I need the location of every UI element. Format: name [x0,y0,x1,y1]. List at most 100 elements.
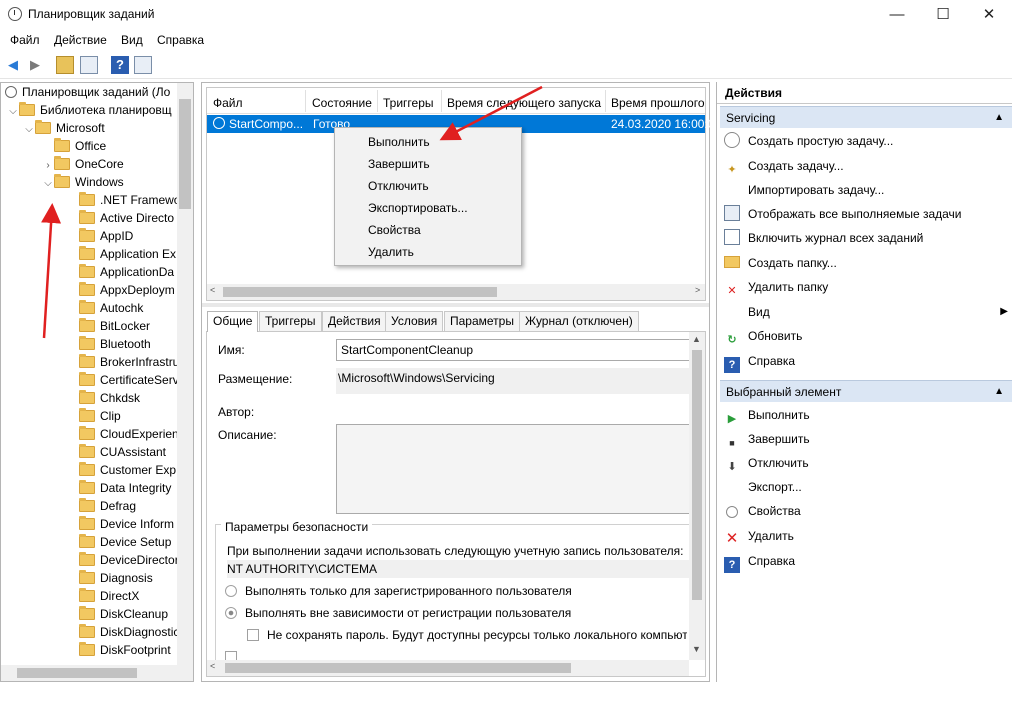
context-menu-end[interactable]: Завершить [368,157,430,171]
scroll-down-icon[interactable]: ▼ [692,644,701,654]
tree-item-task-folder[interactable]: DirectX [79,587,139,605]
tree-item-task-folder[interactable]: Device Setup [79,533,171,551]
action-disable[interactable]: ⬇ Отключить [724,452,808,474]
task-list-horizontal-scrollbar[interactable]: < > [207,284,705,300]
scrollbar-thumb[interactable] [223,287,497,297]
tree-item-office[interactable]: Office [54,137,106,155]
column-header[interactable]: Состояние [312,96,372,110]
tree-item-task-folder[interactable]: CloudExperien [79,425,179,443]
section-selected-item[interactable]: Выбранный элемент ▲ [720,380,1012,402]
up-folder-icon[interactable] [56,56,74,74]
action-delete[interactable]: ✕ Удалить [724,525,794,547]
tree-item-task-folder[interactable]: Customer Exp [79,461,176,479]
tab-triggers[interactable]: Триггеры [259,311,322,331]
tree-item-task-folder[interactable]: DiskFootprint [79,641,171,659]
tree-item-task-folder[interactable]: DeviceDirector [79,551,179,569]
menu-view[interactable]: Вид [121,33,143,47]
tree-item-task-folder[interactable]: AppID [79,227,133,245]
action-properties[interactable]: Свойства [724,500,801,522]
action-run[interactable]: ▶ Выполнить [724,404,810,426]
show-hide-tree-icon[interactable] [80,56,98,74]
tree-item-onecore[interactable]: › OneCore [42,155,124,173]
section-servicing[interactable]: Servicing ▲ [720,106,1012,128]
tree-item-task-folder[interactable]: ApplicationDa [79,263,174,281]
tree-item-task-folder[interactable]: BrokerInfrastru [79,353,179,371]
tree-horizontal-scrollbar[interactable] [1,665,193,681]
tree-item-task-folder[interactable]: Defrag [79,497,136,515]
tab-conditions[interactable]: Условия [385,311,444,331]
context-menu-delete[interactable]: Удалить [368,245,414,259]
tab-general[interactable]: Общие [207,311,259,332]
action-create-folder[interactable]: Создать папку... [724,252,837,274]
chevron-down-icon[interactable]: ⌵ [7,103,19,121]
help-icon[interactable]: ? [111,56,129,74]
tree-item-task-folder[interactable]: AppxDeploym [79,281,175,299]
tree-item-task-folder[interactable]: BitLocker [79,317,150,335]
checkbox-no-password[interactable]: Не сохранять пароль. Будут доступны ресу… [247,628,687,642]
action-view[interactable]: Вид ▶ [724,301,1008,323]
action-enable-history[interactable]: Включить журнал всех заданий [724,227,923,249]
tree-item-task-folder[interactable]: DiskCleanup [79,605,168,623]
tab-history[interactable]: Журнал (отключен) [519,311,639,331]
tree-root[interactable]: Планировщик заданий (Ло [5,83,170,101]
tree-item-windows[interactable]: ⌵ Windows [42,173,124,191]
show-hide-actions-icon[interactable] [134,56,152,74]
action-export[interactable]: Экспорт... [724,476,802,498]
column-header[interactable]: Время следующего запуска [447,96,601,110]
tree-item-task-folder[interactable]: Data Integrity [79,479,171,497]
action-create-basic-task[interactable]: Создать простую задачу... [724,130,893,152]
collapse-up-icon[interactable]: ▲ [994,107,1004,129]
scrollbar-thumb[interactable] [17,668,137,678]
scroll-left-icon[interactable]: < [210,285,215,295]
scrollbar-thumb[interactable] [692,350,702,600]
tree-item-task-folder[interactable]: Autochk [79,299,143,317]
action-import-task[interactable]: Импортировать задачу... [724,179,884,201]
scrollbar-thumb[interactable] [179,99,191,209]
column-header[interactable]: Триггеры [383,96,434,110]
maximize-button[interactable]: ☐ [920,0,966,29]
context-menu-properties[interactable]: Свойства [368,223,421,237]
collapse-up-icon[interactable]: ▲ [994,381,1004,403]
context-menu-disable[interactable]: Отключить [368,179,429,193]
tab-settings[interactable]: Параметры [444,311,520,331]
column-header[interactable]: Файл [213,96,243,110]
tree-item-microsoft[interactable]: ⌵ Microsoft [23,119,105,137]
radio-button-icon[interactable] [225,585,237,597]
tree-item-task-folder[interactable]: CUAssistant [79,443,166,461]
tree-item-task-folder[interactable]: Clip [79,407,121,425]
scroll-left-icon[interactable]: < [210,661,215,671]
radio-regardless[interactable]: Выполнять вне зависимости от регистрации… [225,606,571,620]
tree-item-task-folder[interactable]: Application Ex [79,245,176,263]
tree-item-task-folder[interactable]: DiskDiagnostic [79,623,179,641]
tree-item-task-folder[interactable]: Active Directo [79,209,174,227]
action-show-running[interactable]: Отображать все выполняемые задачи [724,203,962,225]
tree-item-task-folder[interactable]: Chkdsk [79,389,140,407]
description-field[interactable] [336,424,692,514]
close-button[interactable]: ✕ [966,0,1012,29]
action-help[interactable]: ? Справка [724,350,795,373]
radio-button-icon[interactable] [225,607,237,619]
back-arrow-icon[interactable]: ◀ [4,56,22,74]
tree-item-task-folder[interactable]: Diagnosis [79,569,153,587]
action-create-task[interactable]: ✦ Создать задачу... [724,155,843,177]
action-refresh[interactable]: ↻ Обновить [724,325,802,347]
tree-item-task-folder[interactable]: .NET Framewo [79,191,180,209]
context-menu-export[interactable]: Экспортировать... [368,201,468,215]
menu-action[interactable]: Действие [54,33,107,47]
details-vertical-scrollbar[interactable]: ▲ ▼ [689,332,705,660]
tree-item-library[interactable]: ⌵ Библиотека планировщ [7,101,172,119]
scroll-up-icon[interactable]: ▲ [692,334,701,344]
tree-item-task-folder[interactable]: Device Inform [79,515,174,533]
details-horizontal-scrollbar[interactable]: < [207,660,689,676]
action-end[interactable]: ■ Завершить [724,428,809,450]
action-help-selected[interactable]: ? Справка [724,550,795,573]
minimize-button[interactable]: — [874,0,920,29]
forward-arrow-icon[interactable]: ▶ [26,56,44,74]
scrollbar-thumb[interactable] [225,663,571,673]
column-header[interactable]: Время прошлого [611,96,705,110]
tree-item-task-folder[interactable]: Bluetooth [79,335,151,353]
scroll-right-icon[interactable]: > [695,285,700,295]
radio-registered-only[interactable]: Выполнять только для зарегистрированного… [225,584,572,598]
action-delete-folder[interactable]: ✕ Удалить папку [724,276,828,298]
context-menu-run[interactable]: Выполнить [368,135,430,149]
